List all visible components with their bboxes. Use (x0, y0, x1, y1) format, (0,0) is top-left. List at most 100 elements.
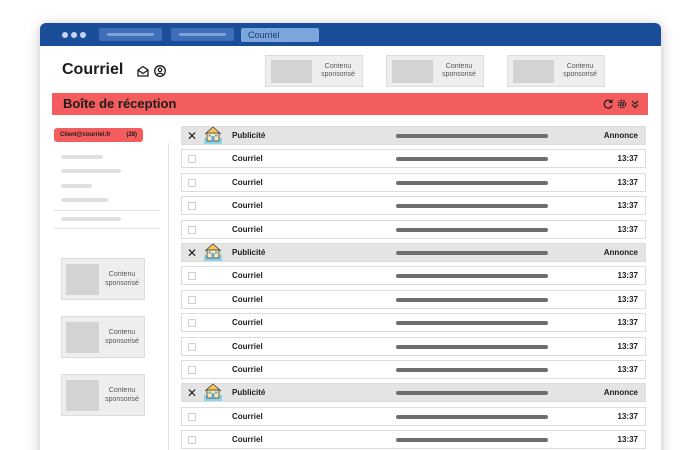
mail-time: 13:37 (617, 224, 638, 234)
select-checkbox[interactable] (188, 366, 196, 374)
inbox-header-bar: Boîte de réception (52, 93, 648, 115)
sponsored-label: Contenu sponsorisé (105, 271, 139, 287)
mail-row[interactable]: Courriel 13:37 (181, 360, 646, 379)
mail-sender: Publicité (232, 131, 266, 140)
mail-row[interactable]: Courriel 13:37 (181, 336, 646, 356)
mail-sender: Courriel (232, 365, 263, 374)
mail-subject-placeholder (396, 368, 548, 372)
mail-sender: Courriel (232, 341, 263, 351)
window-dot[interactable] (62, 32, 68, 38)
mail-row[interactable]: Courriel 13:37 (181, 196, 646, 216)
sponsored-label: Contenu sponsorisé (563, 63, 597, 78)
mail-sender: Courriel (232, 271, 263, 281)
mail-time: 13:37 (617, 365, 638, 374)
sidebar-divider (168, 143, 169, 450)
mail-subject-placeholder (396, 227, 548, 232)
select-checkbox[interactable] (188, 436, 196, 445)
select-checkbox[interactable] (188, 295, 196, 304)
mail-subject-placeholder (396, 438, 548, 443)
window-dot[interactable] (80, 32, 86, 38)
ad-row[interactable]: ✕ Publicité Annonce (181, 243, 646, 262)
close-ad-icon[interactable]: ✕ (187, 129, 197, 143)
sponsored-sidebar-ad[interactable]: Contenu sponsorisé (61, 374, 145, 416)
ad-row[interactable]: ✕ Publicité Annonce (181, 126, 646, 145)
mail-sender: Courriel (232, 411, 263, 421)
sidebar-separator (54, 210, 160, 211)
mail-subject-placeholder (396, 297, 548, 302)
close-ad-icon[interactable]: ✕ (187, 246, 197, 260)
mail-row[interactable]: Courriel 13:37 (181, 430, 646, 450)
app-header: Courriel Contenu sponsorisé Contenu spon… (40, 46, 661, 93)
sponsored-banner[interactable]: Contenu sponsorisé (386, 55, 484, 87)
mail-row[interactable]: Courriel 13:37 (181, 289, 646, 309)
mail-subject-placeholder (396, 157, 548, 162)
sponsored-banner[interactable]: Contenu sponsorisé (507, 55, 605, 87)
mail-row[interactable]: Courriel 13:37 (181, 266, 646, 286)
select-checkbox[interactable] (188, 155, 196, 164)
refresh-icon[interactable] (602, 98, 614, 110)
mail-sender: Publicité (232, 388, 266, 398)
mail-time: 13:37 (617, 154, 638, 164)
select-checkbox[interactable] (188, 272, 196, 281)
mail-row[interactable]: Courriel 13:37 (181, 149, 646, 169)
mail-subject-placeholder (396, 204, 548, 209)
settings-icon[interactable] (616, 98, 628, 110)
mail-subject-placeholder (396, 274, 548, 279)
select-checkbox[interactable] (188, 319, 196, 328)
select-checkbox[interactable] (188, 202, 196, 211)
select-checkbox[interactable] (188, 178, 196, 187)
mail-subject-placeholder (396, 321, 548, 326)
sponsored-banner[interactable]: Contenu sponsorisé (265, 55, 363, 87)
sponsored-image (66, 322, 99, 353)
inbox-title: Boîte de réception (63, 96, 177, 111)
account-icon[interactable] (153, 64, 167, 78)
mail-sender: Publicité (232, 248, 266, 257)
ad-row[interactable]: ✕ Publicité Annonce (181, 380, 646, 403)
house-icon (202, 123, 224, 145)
mail-sender: Courriel (232, 201, 263, 211)
mail-row[interactable]: Courriel 13:37 (181, 313, 646, 333)
mail-sender: Courriel (232, 177, 263, 187)
close-ad-icon[interactable]: ✕ (187, 386, 197, 400)
mail-time: 13:37 (617, 318, 638, 328)
sidebar-folder[interactable] (61, 198, 108, 202)
sponsored-image (66, 264, 99, 295)
house-icon (202, 240, 224, 262)
sidebar-folder[interactable] (61, 155, 103, 159)
sidebar-folder[interactable] (61, 217, 121, 221)
browser-tab[interactable] (99, 28, 162, 41)
collapse-icon[interactable] (629, 98, 641, 110)
mail-row[interactable]: Courriel 13:37 (181, 219, 646, 239)
mail-row[interactable]: Courriel 13:37 (181, 406, 646, 426)
select-checkbox[interactable] (188, 225, 196, 234)
mail-window: Courriel Courriel Contenu sponsorisé Con… (40, 23, 661, 450)
mail-time: 13:37 (617, 201, 638, 211)
select-checkbox[interactable] (188, 342, 196, 351)
select-checkbox[interactable] (188, 412, 196, 421)
sidebar-folder[interactable] (61, 169, 121, 173)
sidebar-folder[interactable] (61, 184, 92, 188)
sponsored-sidebar-ad[interactable]: Contenu sponsorisé (61, 316, 145, 358)
sponsored-label: Contenu sponsorisé (105, 387, 139, 403)
mail-time: 13:37 (617, 271, 638, 281)
mail-sender: Courriel (232, 435, 263, 445)
browser-tab-active[interactable]: Courriel (241, 28, 319, 42)
house-icon (202, 380, 224, 402)
mail-sender: Courriel (232, 294, 263, 304)
mail-row[interactable]: Courriel 13:37 (181, 172, 646, 192)
account-selector[interactable]: Client@courriel.fr (28) (54, 128, 143, 142)
sponsored-sidebar-ad[interactable]: Contenu sponsorisé (61, 258, 145, 300)
window-dot[interactable] (71, 32, 77, 38)
browser-tab[interactable] (171, 28, 234, 41)
sponsored-label: Contenu sponsorisé (321, 63, 355, 78)
mail-subject-placeholder (396, 391, 548, 396)
sponsored-image (271, 60, 312, 83)
ad-label: Annonce (603, 248, 638, 257)
envelope-open-icon[interactable] (136, 64, 150, 78)
mail-time: 13:37 (617, 341, 638, 351)
unread-count: (28) (126, 132, 137, 138)
sponsored-label: Contenu sponsorisé (105, 329, 139, 345)
mail-sender: Courriel (232, 154, 263, 164)
mail-time: 13:37 (617, 177, 638, 187)
mail-subject-placeholder (396, 344, 548, 349)
